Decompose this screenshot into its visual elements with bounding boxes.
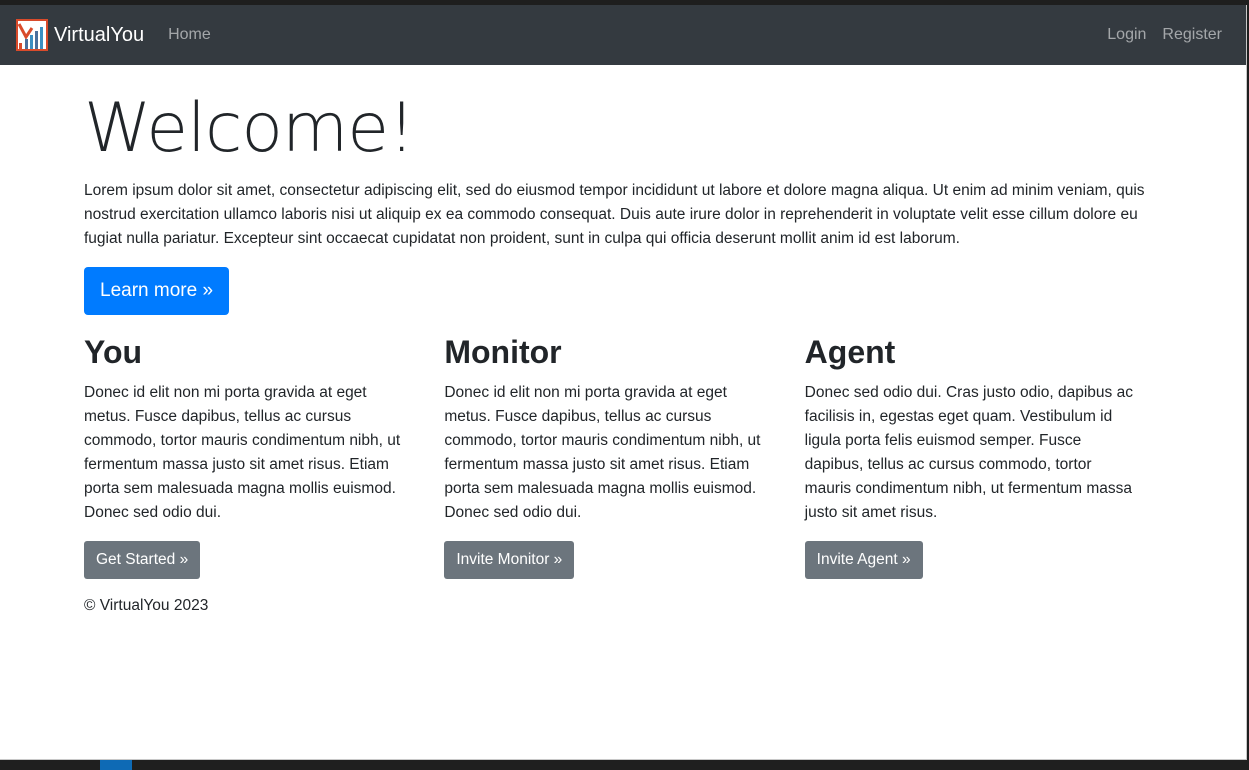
taskbar — [0, 760, 1249, 770]
feature-columns: You Donec id elit non mi porta gravida a… — [84, 333, 1165, 579]
feature-title: Monitor — [444, 334, 562, 370]
nav-right: Login Register — [1107, 18, 1222, 52]
taskbar-button[interactable] — [100, 760, 132, 770]
nav-login-link[interactable]: Login — [1107, 18, 1146, 52]
feature-text: Donec id elit non mi porta gravida at eg… — [84, 384, 401, 521]
nav-home-link[interactable]: Home — [168, 18, 211, 52]
invite-agent-button[interactable]: Invite Agent » — [804, 541, 923, 579]
feature-column-agent: Agent Donec sed odio dui. Cras justo odi… — [804, 333, 1135, 579]
virtualyou-logo-icon — [16, 19, 48, 51]
navbar: VirtualYou Home Login Register — [0, 5, 1246, 65]
invite-monitor-button[interactable]: Invite Monitor » — [444, 541, 575, 579]
get-started-button[interactable]: Get Started » — [84, 541, 201, 579]
nav-register-link[interactable]: Register — [1162, 18, 1222, 52]
brand-link[interactable]: VirtualYou — [16, 19, 144, 51]
browser-window: VirtualYou Home Login Register Welcome! … — [0, 5, 1247, 760]
brand-name: VirtualYou — [54, 23, 145, 46]
feature-column-monitor: Monitor Donec id elit non mi porta gravi… — [444, 333, 774, 579]
hero-text: Lorem ipsum dolor sit amet, consectetur … — [84, 182, 1145, 247]
hero-title: Welcome! — [84, 89, 415, 168]
feature-column-you: You Donec id elit non mi porta gravida a… — [84, 333, 414, 579]
learn-more-button[interactable]: Learn more » — [84, 267, 230, 315]
footer-copyright: © VirtualYou 2023 — [84, 597, 209, 614]
feature-title: You — [84, 334, 143, 370]
feature-text: Donec id elit non mi porta gravida at eg… — [444, 384, 761, 521]
feature-text: Donec sed odio dui. Cras justo odio, dap… — [804, 384, 1133, 521]
feature-title: Agent — [804, 334, 896, 370]
main-content: Welcome! Lorem ipsum dolor sit amet, con… — [0, 89, 1165, 615]
